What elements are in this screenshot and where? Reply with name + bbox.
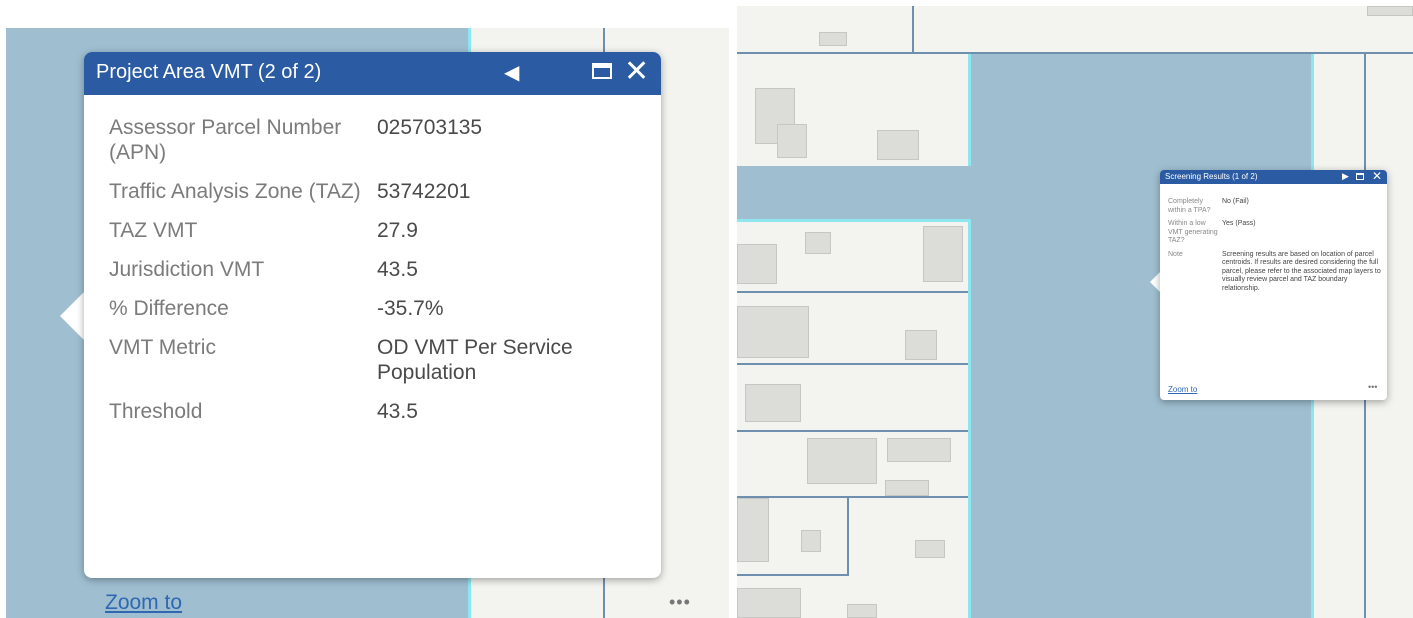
parcel-boundary	[737, 52, 1413, 54]
building-footprint	[805, 232, 831, 254]
table-row: Note Screening results are based on loca…	[1168, 251, 1387, 299]
field-value: 43.5	[377, 400, 418, 423]
field-value: 27.9	[377, 219, 418, 242]
popup-pointer	[1150, 272, 1160, 292]
table-row: Jurisdiction VMT 43.5	[109, 257, 661, 296]
more-icon[interactable]: •••	[669, 592, 691, 613]
building-footprint	[737, 306, 809, 358]
field-label: VMT Metric	[109, 336, 216, 359]
field-label: Within a low VMT generating TAZ?	[1168, 220, 1218, 244]
parcel-boundary	[737, 574, 849, 576]
field-label: TAZ VMT	[109, 219, 198, 242]
table-row: % Difference -35.7%	[109, 296, 661, 335]
building-footprint	[737, 588, 801, 618]
zoom-to-link[interactable]: Zoom to	[105, 591, 182, 615]
field-label: Traffic Analysis Zone (TAZ)	[109, 180, 361, 203]
building-footprint	[745, 384, 801, 422]
table-row: Assessor Parcel Number (APN) 025703135	[109, 115, 661, 179]
close-icon[interactable]: ✕	[624, 54, 649, 90]
maximize-icon[interactable]	[592, 63, 612, 79]
parcel-edge	[968, 220, 971, 618]
field-value: Yes (Pass)	[1222, 220, 1256, 227]
table-row: Threshold 43.5	[109, 399, 661, 438]
building-footprint	[777, 124, 807, 158]
field-value: OD VMT Per Service Population	[377, 336, 573, 384]
screening-results-popup: Screening Results (1 of 2) ▶ ✕ Completel…	[1160, 169, 1387, 400]
field-label: Threshold	[109, 400, 203, 423]
table-row: VMT Metric OD VMT Per Service Population	[109, 335, 661, 399]
building-footprint	[885, 480, 929, 496]
building-footprint	[923, 226, 963, 282]
parcel-edge	[968, 52, 971, 166]
building-footprint	[737, 498, 769, 562]
popup-header: Project Area VMT (2 of 2) ◀ ✕	[84, 52, 661, 95]
field-value: No (Fail)	[1222, 198, 1249, 205]
selected-parcel-area	[737, 166, 971, 221]
field-label: Assessor Parcel Number (APN)	[109, 116, 342, 164]
attribute-table: Completely within a TPA? No (Fail) Withi…	[1168, 198, 1387, 298]
building-footprint	[737, 244, 777, 284]
field-label: % Difference	[109, 297, 229, 320]
popup-pointer	[60, 290, 86, 342]
parcel-boundary	[737, 291, 968, 293]
field-value: 43.5	[377, 258, 418, 281]
field-label: Note	[1168, 250, 1183, 258]
parcel-boundary	[912, 6, 914, 54]
building-footprint	[915, 540, 945, 558]
parcel-boundary	[737, 430, 968, 432]
building-footprint	[905, 330, 937, 360]
previous-icon[interactable]: ◀	[504, 60, 519, 85]
building-footprint	[1367, 6, 1413, 16]
attribute-table: Assessor Parcel Number (APN) 025703135 T…	[109, 115, 661, 438]
building-footprint	[819, 32, 847, 46]
popup-title: Screening Results (1 of 2)	[1165, 172, 1258, 181]
table-row: Completely within a TPA? No (Fail)	[1168, 198, 1387, 220]
maximize-icon[interactable]	[1356, 173, 1364, 180]
parcel-boundary	[737, 363, 968, 365]
building-footprint	[801, 530, 821, 552]
popup-header: Screening Results (1 of 2) ▶ ✕	[1160, 169, 1387, 184]
field-value: -35.7%	[377, 297, 444, 320]
field-label: Jurisdiction VMT	[109, 258, 265, 281]
more-icon[interactable]: •••	[1368, 382, 1377, 392]
popup-title: Project Area VMT (2 of 2)	[96, 61, 322, 83]
building-footprint	[807, 438, 877, 484]
field-label: Completely within a TPA?	[1168, 198, 1211, 214]
parcel-edge	[737, 219, 971, 222]
project-area-vmt-popup: Project Area VMT (2 of 2) ◀ ✕ Assessor P…	[84, 52, 690, 614]
parcel-boundary	[847, 496, 849, 576]
building-footprint	[847, 604, 877, 618]
next-icon[interactable]: ▶	[1342, 171, 1349, 182]
table-row: Within a low VMT generating TAZ? Yes (Pa…	[1168, 220, 1387, 251]
building-footprint	[877, 130, 919, 160]
parcel-boundary	[737, 496, 968, 498]
table-row: Traffic Analysis Zone (TAZ) 53742201	[109, 179, 661, 218]
field-value: 53742201	[377, 180, 471, 203]
close-icon[interactable]: ✕	[1372, 169, 1382, 183]
field-value: 025703135	[377, 116, 483, 139]
zoom-to-link[interactable]: Zoom to	[1168, 385, 1197, 394]
field-value: Screening results are based on location …	[1222, 250, 1381, 292]
table-row: TAZ VMT 27.9	[109, 218, 661, 257]
building-footprint	[887, 438, 951, 462]
